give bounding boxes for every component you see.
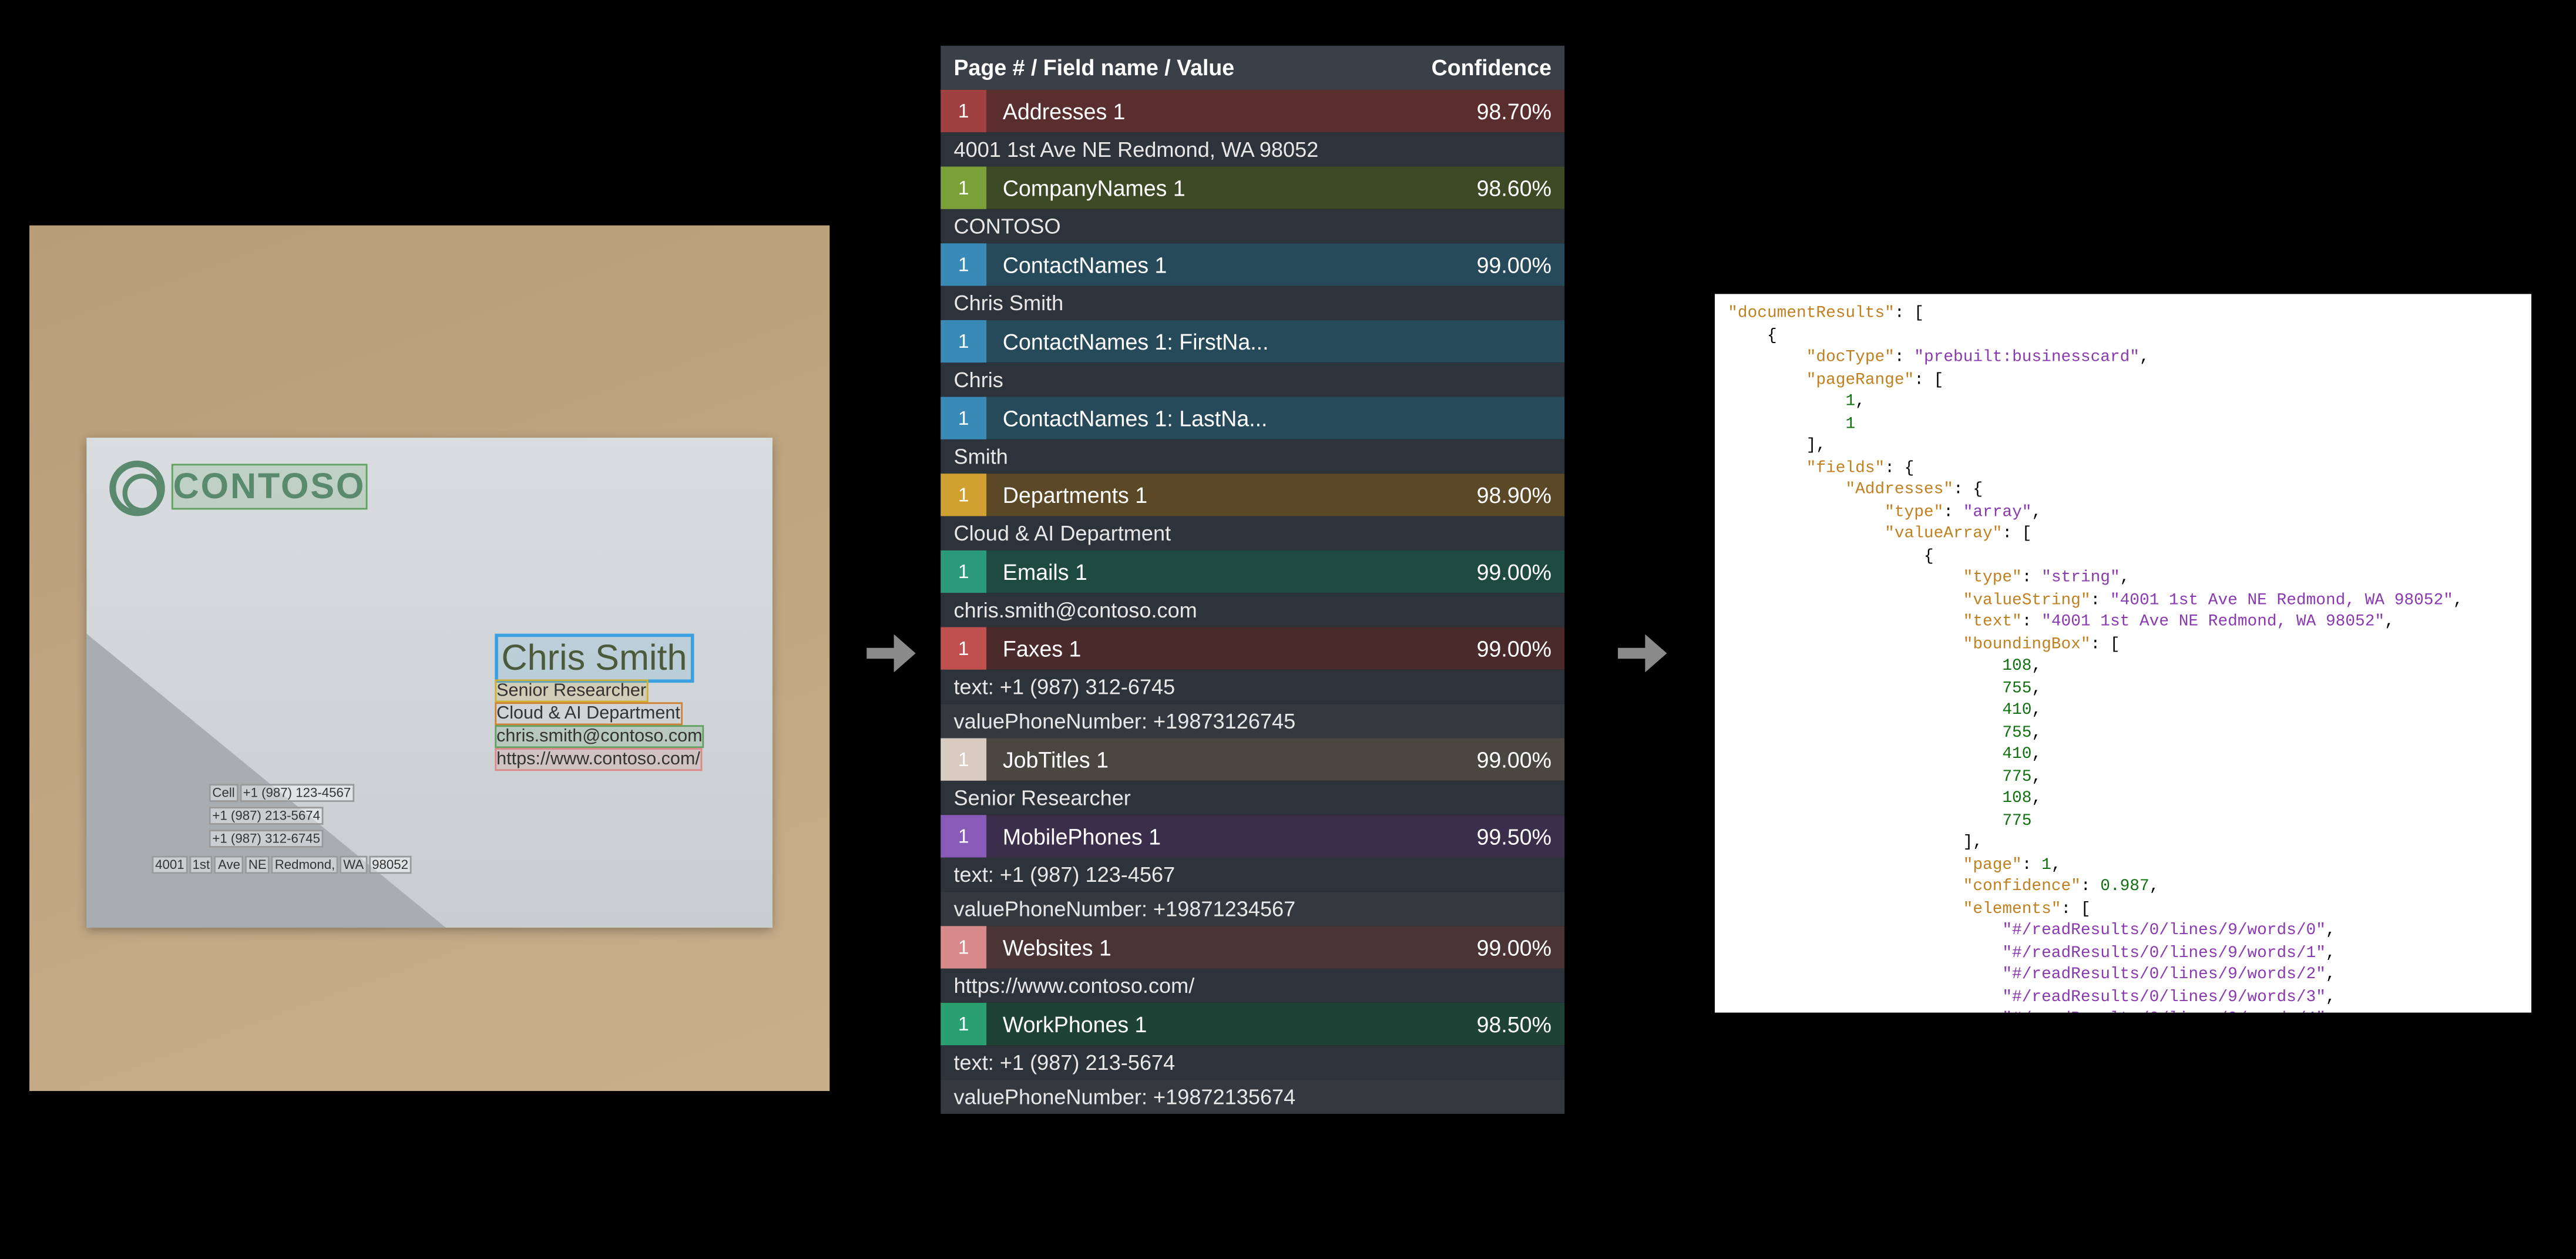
page-badge: 1 [941,90,986,132]
address-token: Ave [214,856,243,874]
header-left: Page # / Field name / Value [954,56,1235,80]
field-confidence: 98.50% [1477,1012,1565,1036]
page-badge: 1 [941,243,986,286]
page-badge: 1 [941,397,986,439]
address-token: 98052 [369,856,412,874]
field-confidence: 98.90% [1477,482,1565,507]
field-name: CompanyNames 1 [986,176,1477,200]
field-row[interactable]: 1JobTitles 199.00% [941,738,1564,781]
field-row[interactable]: 1Faxes 199.00% [941,627,1564,670]
fax-row: +1 (987) 312-6745 [209,830,324,848]
field-value: Chris [941,362,1564,397]
field-confidence: 98.70% [1477,99,1565,123]
field-confidence: 99.00% [1477,636,1565,661]
job-title: Senior Researcher [495,679,648,702]
arrow-right-icon [1607,605,1672,703]
table-header: Page # / Field name / Value Confidence [941,46,1564,90]
page-badge: 1 [941,167,986,209]
address-token: WA [340,856,367,874]
field-name: ContactNames 1: FirstNa... [986,329,1551,354]
email: chris.smith@contoso.com [495,725,704,748]
company-name: CONTOSO [172,464,367,510]
field-confidence: 99.00% [1477,253,1565,277]
logo-icon [109,461,165,516]
field-name: Departments 1 [986,482,1477,507]
address-token: NE [245,856,270,874]
field-name: MobilePhones 1 [986,824,1477,849]
field-name: Faxes 1 [986,636,1477,661]
page-badge: 1 [941,474,986,516]
field-value: Chris Smith [941,286,1564,320]
field-row[interactable]: 1WorkPhones 198.50% [941,1003,1564,1045]
field-value: chris.smith@contoso.com [941,593,1564,627]
field-row[interactable]: 1MobilePhones 199.50% [941,815,1564,857]
address-token: Redmond, [271,856,338,874]
address-token: 4001 [152,856,188,874]
field-row[interactable]: 1Addresses 198.70% [941,90,1564,132]
field-name: JobTitles 1 [986,747,1477,772]
fields-table: Page # / Field name / Value Confidence 1… [941,46,1564,1114]
page-badge: 1 [941,627,986,670]
field-value: valuePhoneNumber: +19872135674 [941,1080,1564,1114]
field-confidence: 99.00% [1477,559,1565,584]
field-value: valuePhoneNumber: +19871234567 [941,892,1564,926]
field-value: Smith [941,439,1564,474]
field-name: Addresses 1 [986,99,1477,123]
field-value: https://www.contoso.com/ [941,969,1564,1003]
address-row: 40011stAveNERedmond,WA98052 [152,856,412,874]
field-value: text: +1 (987) 123-4567 [941,858,1564,892]
field-value: 4001 1st Ave NE Redmond, WA 98052 [941,132,1564,166]
field-row[interactable]: 1ContactNames 1: LastNa... [941,397,1564,439]
field-name: Websites 1 [986,935,1477,960]
mobile-phone-row: Cell +1 (987) 123-4567 [209,784,354,802]
field-name: ContactNames 1 [986,253,1477,277]
field-name: ContactNames 1: LastNa... [986,406,1551,431]
website: https://www.contoso.com/ [495,748,701,771]
field-confidence: 99.00% [1477,935,1565,960]
address-token: 1st [189,856,213,874]
page-badge: 1 [941,926,986,968]
arrow-right-icon [856,605,921,703]
field-row[interactable]: 1Websites 199.00% [941,926,1564,968]
field-confidence: 98.60% [1477,176,1565,200]
field-value: Senior Researcher [941,781,1564,815]
field-row[interactable]: 1ContactNames 1: FirstNa... [941,320,1564,362]
page-badge: 1 [941,815,986,857]
field-confidence: 99.00% [1477,747,1565,772]
field-name: WorkPhones 1 [986,1012,1477,1036]
field-value: CONTOSO [941,209,1564,243]
business-card: CONTOSO Chris Smith Senior Researcher Cl… [86,438,773,928]
field-value: text: +1 (987) 213-5674 [941,1045,1564,1079]
field-name: Emails 1 [986,559,1477,584]
json-output: "documentResults": [ { "docType": "prebu… [1715,294,2531,1012]
field-row[interactable]: 1CompanyNames 198.60% [941,167,1564,209]
work-phone-row: +1 (987) 213-5674 [209,807,324,825]
field-value: valuePhoneNumber: +19873126745 [941,704,1564,738]
field-value: Cloud & AI Department [941,516,1564,550]
contact-name: Chris Smith [495,634,693,683]
field-value: text: +1 (987) 312-6745 [941,670,1564,704]
page-badge: 1 [941,1003,986,1045]
field-confidence: 99.50% [1477,824,1565,849]
field-row[interactable]: 1ContactNames 199.00% [941,243,1564,286]
header-right: Confidence [1432,56,1551,80]
field-row[interactable]: 1Emails 199.00% [941,550,1564,593]
department: Cloud & AI Department [495,702,681,725]
business-card-image: CONTOSO Chris Smith Senior Researcher Cl… [29,226,829,1091]
page-badge: 1 [941,738,986,781]
page-badge: 1 [941,320,986,362]
field-row[interactable]: 1Departments 198.90% [941,474,1564,516]
page-badge: 1 [941,550,986,593]
